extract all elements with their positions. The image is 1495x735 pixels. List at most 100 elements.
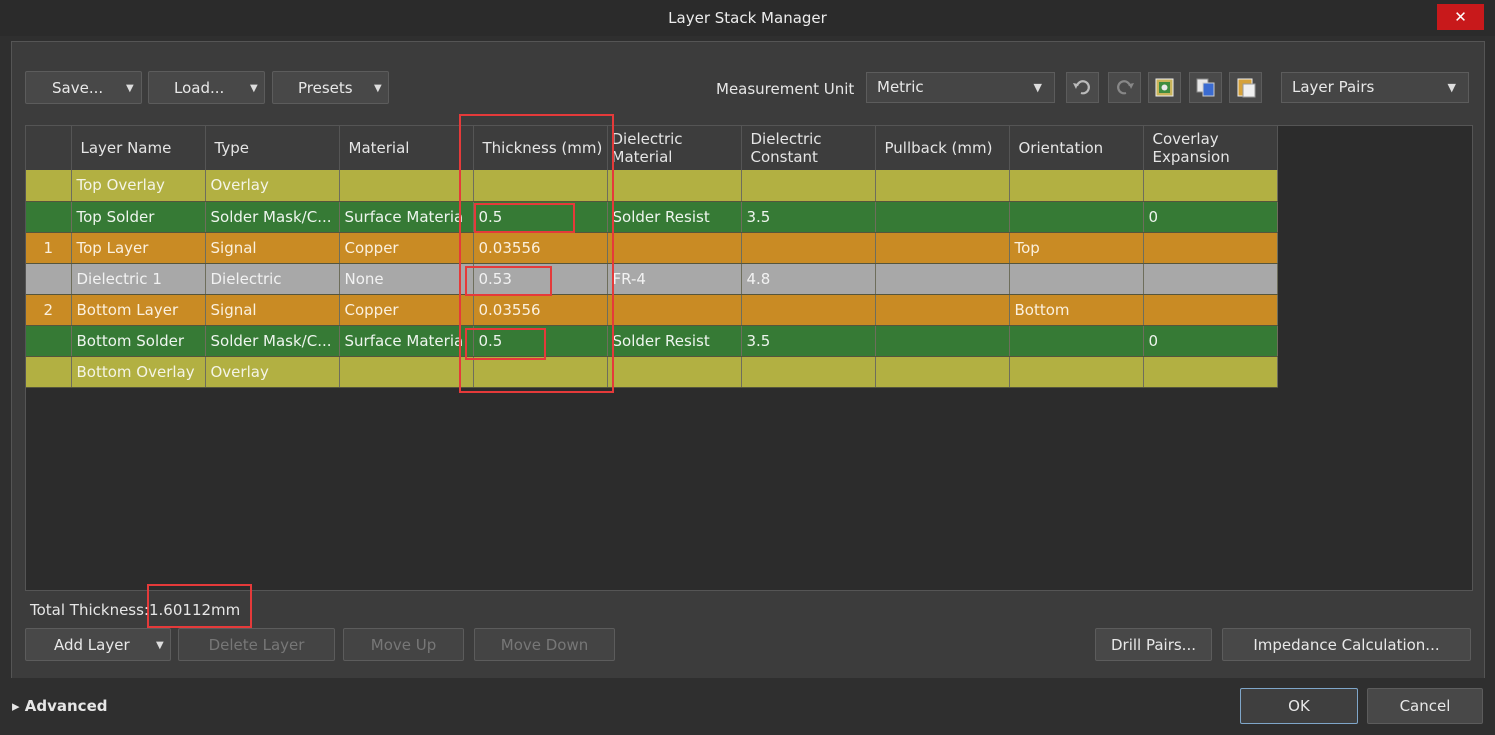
layer-type-cell[interactable]: Dielectric [205, 263, 340, 295]
dielectric-material-cell[interactable] [607, 294, 742, 326]
close-icon[interactable]: ✕ [1437, 4, 1484, 30]
coverlay-expansion-cell[interactable] [1143, 170, 1278, 202]
redo-icon[interactable] [1108, 72, 1141, 103]
layer-name-cell[interactable]: Top Layer [71, 232, 206, 264]
paste-icon[interactable] [1229, 72, 1262, 103]
dielectric-constant-cell[interactable] [741, 356, 876, 388]
orientation-cell[interactable] [1009, 263, 1144, 295]
delete-layer-button[interactable]: Delete Layer [178, 628, 335, 661]
layer-index-cell[interactable]: 1 [26, 232, 72, 264]
layer-name-cell[interactable]: Top Solder [71, 201, 206, 233]
layer-name-cell[interactable]: Bottom Solder [71, 325, 206, 357]
layer-index-cell[interactable] [26, 356, 72, 388]
coverlay-expansion-cell[interactable] [1143, 294, 1278, 326]
dielectric-material-cell[interactable] [607, 170, 742, 202]
column-header-orientation[interactable]: Orientation [1009, 126, 1144, 170]
drill-pairs-button[interactable]: Drill Pairs... [1095, 628, 1212, 661]
layer-material-cell[interactable] [339, 356, 474, 388]
layer-material-cell[interactable]: Copper [339, 294, 474, 326]
dielectric-constant-cell[interactable]: 3.5 [741, 325, 876, 357]
pullback-cell[interactable] [875, 201, 1010, 233]
layer-material-cell[interactable]: Copper [339, 232, 474, 264]
column-header-coverlay-expansion[interactable]: Coverlay Expansion [1143, 126, 1278, 170]
column-header-layer-name[interactable]: Layer Name [71, 126, 206, 170]
layer-index-cell[interactable] [26, 263, 72, 295]
table-row[interactable]: Bottom Overlay Overlay [26, 356, 1278, 388]
layer-type-cell[interactable]: Overlay [205, 356, 340, 388]
layer-index-cell[interactable] [26, 325, 72, 357]
table-row[interactable]: Dielectric 1 Dielectric None 0.53 FR-4 4.8 [26, 263, 1278, 295]
dielectric-material-cell[interactable]: Solder Resist [607, 325, 742, 357]
column-header-type[interactable]: Type [205, 126, 340, 170]
undo-icon[interactable] [1066, 72, 1099, 103]
coverlay-expansion-cell[interactable]: 0 [1143, 325, 1278, 357]
layer-index-cell[interactable]: 2 [26, 294, 72, 326]
advanced-toggle[interactable]: ▸ Advanced [12, 697, 107, 715]
coverlay-expansion-cell[interactable]: 0 [1143, 201, 1278, 233]
load-button[interactable]: Load... ▼ [148, 71, 265, 104]
orientation-cell[interactable]: Bottom [1009, 294, 1144, 326]
layer-material-cell[interactable]: Surface Materia [339, 325, 474, 357]
orientation-cell[interactable] [1009, 325, 1144, 357]
orientation-cell[interactable] [1009, 201, 1144, 233]
cancel-button[interactable]: Cancel [1367, 688, 1483, 724]
table-row[interactable]: Top Solder Solder Mask/C... Surface Materi… [26, 201, 1278, 233]
layer-name-cell[interactable]: Bottom Overlay [71, 356, 206, 388]
layer-type-cell[interactable]: Signal [205, 232, 340, 264]
layer-type-cell[interactable]: Overlay [205, 170, 340, 202]
dielectric-constant-cell[interactable]: 4.8 [741, 263, 876, 295]
layer-index-cell[interactable] [26, 201, 72, 233]
orientation-cell[interactable] [1009, 170, 1144, 202]
layer-index-cell[interactable] [26, 170, 72, 202]
move-down-button[interactable]: Move Down [474, 628, 615, 661]
orientation-cell[interactable]: Top [1009, 232, 1144, 264]
layer-pairs-select[interactable]: Layer Pairs ▼ [1281, 72, 1469, 103]
layer-material-cell[interactable]: None [339, 263, 474, 295]
table-row[interactable]: 2 Bottom Layer Signal Copper 0.03556 Bottom [26, 294, 1278, 326]
dielectric-material-cell[interactable]: FR-4 [607, 263, 742, 295]
layer-name-cell[interactable]: Dielectric 1 [71, 263, 206, 295]
layer-type-cell[interactable]: Solder Mask/C... [205, 325, 340, 357]
pullback-cell[interactable] [875, 232, 1010, 264]
ok-button[interactable]: OK [1240, 688, 1358, 724]
move-up-button[interactable]: Move Up [343, 628, 464, 661]
column-header-dielectric-constant[interactable]: Dielectric Constant [741, 126, 876, 170]
pullback-cell[interactable] [875, 325, 1010, 357]
column-header-pullback[interactable]: Pullback (mm) [875, 126, 1010, 170]
dielectric-constant-cell[interactable]: 3.5 [741, 201, 876, 233]
layer-type-cell[interactable]: Signal [205, 294, 340, 326]
layer-type-cell[interactable]: Solder Mask/C... [205, 201, 340, 233]
dielectric-material-cell[interactable] [607, 356, 742, 388]
dielectric-material-cell[interactable]: Solder Resist [607, 201, 742, 233]
table-row[interactable]: Bottom Solder Solder Mask/C... Surface Mat… [26, 325, 1278, 357]
coverlay-expansion-cell[interactable] [1143, 232, 1278, 264]
copy-icon[interactable] [1189, 72, 1222, 103]
pullback-cell[interactable] [875, 294, 1010, 326]
layer-name-cell[interactable]: Bottom Layer [71, 294, 206, 326]
column-header-material[interactable]: Material [339, 126, 474, 170]
table-row[interactable]: Top Overlay Overlay [26, 170, 1278, 202]
pullback-cell[interactable] [875, 170, 1010, 202]
layer-pairs-value: Layer Pairs [1292, 78, 1375, 96]
add-layer-button[interactable]: Add Layer ▼ [25, 628, 171, 661]
layer-material-cell[interactable]: Surface Materia [339, 201, 474, 233]
table-row[interactable]: 1 Top Layer Signal Copper 0.03556 Top [26, 232, 1278, 264]
column-header-dielectric-material[interactable]: Dielectric Material [607, 126, 742, 170]
pullback-cell[interactable] [875, 356, 1010, 388]
dielectric-constant-cell[interactable] [741, 170, 876, 202]
chevron-down-icon: ▼ [1033, 81, 1042, 94]
dielectric-constant-cell[interactable] [741, 232, 876, 264]
layer-stack-icon[interactable] [1148, 72, 1181, 103]
pullback-cell[interactable] [875, 263, 1010, 295]
layer-name-cell[interactable]: Top Overlay [71, 170, 206, 202]
layer-material-cell[interactable] [339, 170, 474, 202]
dielectric-material-cell[interactable] [607, 232, 742, 264]
dielectric-constant-cell[interactable] [741, 294, 876, 326]
measurement-unit-select[interactable]: Metric ▼ [866, 72, 1055, 103]
orientation-cell[interactable] [1009, 356, 1144, 388]
coverlay-expansion-cell[interactable] [1143, 263, 1278, 295]
save-button[interactable]: Save... ▼ [25, 71, 142, 104]
impedance-calculation-button[interactable]: Impedance Calculation... [1222, 628, 1471, 661]
coverlay-expansion-cell[interactable] [1143, 356, 1278, 388]
presets-button[interactable]: Presets ▼ [272, 71, 389, 104]
